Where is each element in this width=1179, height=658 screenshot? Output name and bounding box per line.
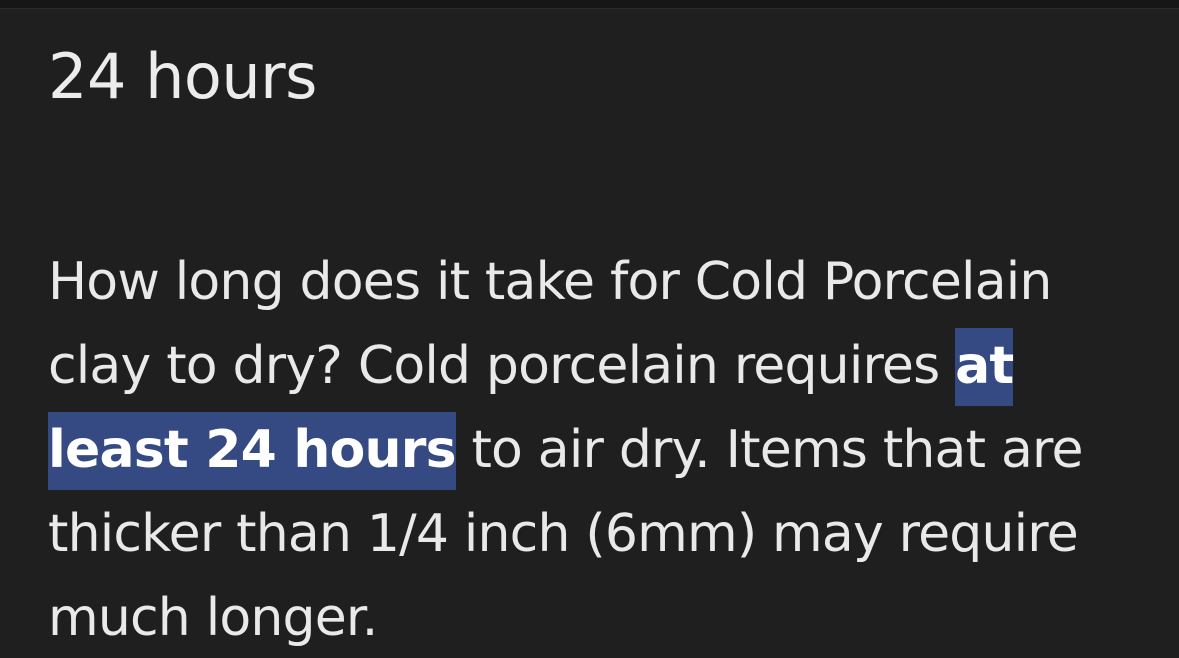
snippet-text: How long does it take for Cold Porcelain…: [48, 240, 1148, 658]
snippet-text-before: How long does it take for Cold Porcelain…: [48, 252, 1052, 396]
top-divider: [0, 0, 1179, 9]
featured-snippet-card: 24 hours How long does it take for Cold …: [0, 0, 1179, 658]
featured-answer-title: 24 hours: [48, 40, 317, 113]
